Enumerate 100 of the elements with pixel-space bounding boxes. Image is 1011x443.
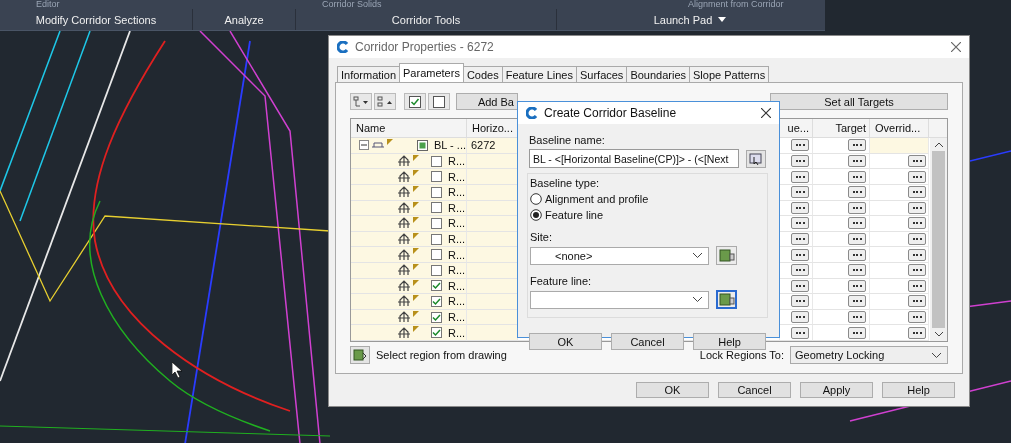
column-header[interactable]: Target bbox=[813, 119, 870, 138]
close-icon[interactable] bbox=[951, 42, 961, 52]
ellipsis-button[interactable] bbox=[791, 155, 809, 168]
ellipsis-button[interactable] bbox=[848, 139, 866, 152]
ellipsis-button[interactable] bbox=[908, 279, 926, 292]
ellipsis-button[interactable] bbox=[908, 201, 926, 214]
ellipsis-button[interactable] bbox=[848, 201, 866, 214]
column-header[interactable]: Name bbox=[351, 119, 467, 138]
select-region-button[interactable] bbox=[350, 346, 370, 365]
ellipsis-button[interactable] bbox=[908, 170, 926, 183]
ellipsis-button[interactable] bbox=[791, 217, 809, 230]
ellipsis-button[interactable] bbox=[908, 311, 926, 323]
tab[interactable]: Parameters bbox=[399, 63, 464, 82]
ellipsis-button[interactable] bbox=[848, 186, 866, 199]
set-all-targets-button[interactable]: Set all Targets bbox=[770, 93, 948, 111]
tab[interactable]: Information bbox=[337, 66, 401, 82]
dialog-button[interactable]: OK bbox=[636, 382, 709, 398]
ellipsis-button[interactable] bbox=[791, 279, 809, 292]
pick-feature-line-button[interactable] bbox=[716, 290, 737, 309]
checkbox[interactable] bbox=[431, 217, 442, 229]
ellipsis-button[interactable] bbox=[848, 170, 866, 183]
dialog-button[interactable]: Help bbox=[693, 333, 766, 350]
tab[interactable]: Codes bbox=[462, 66, 503, 82]
flag-icon bbox=[413, 217, 419, 224]
ellipsis-button[interactable] bbox=[908, 233, 926, 246]
column-header[interactable]: Overrid... bbox=[870, 119, 929, 138]
checkbox[interactable] bbox=[431, 155, 442, 167]
ellipsis-button[interactable] bbox=[791, 233, 809, 246]
ellipsis-button[interactable] bbox=[791, 248, 809, 261]
ellipsis-button[interactable] bbox=[908, 248, 926, 261]
checkbox[interactable] bbox=[431, 311, 442, 323]
checkbox[interactable] bbox=[431, 327, 442, 339]
ellipsis-button[interactable] bbox=[908, 264, 926, 277]
tab[interactable]: Surfaces bbox=[575, 66, 628, 82]
ellipsis-button[interactable] bbox=[791, 201, 809, 214]
radio-option[interactable]: Feature line bbox=[530, 209, 763, 221]
uncheck-all-button[interactable] bbox=[428, 93, 450, 111]
checkbox[interactable] bbox=[431, 280, 442, 292]
ellipsis-button[interactable] bbox=[848, 295, 866, 308]
pick-site-button[interactable] bbox=[716, 246, 737, 265]
scroll-up-icon[interactable] bbox=[934, 142, 943, 148]
dialog-button[interactable]: OK bbox=[529, 333, 602, 350]
ellipsis-button[interactable] bbox=[848, 217, 866, 230]
tab[interactable]: Feature Lines bbox=[501, 66, 577, 82]
check-all-button[interactable] bbox=[404, 93, 426, 111]
ribbon-panel-tab[interactable]: Corridor Tools bbox=[296, 9, 557, 30]
ellipsis-button[interactable] bbox=[791, 264, 809, 277]
ellipsis-button[interactable] bbox=[791, 186, 809, 199]
checkbox[interactable] bbox=[431, 264, 442, 276]
ellipsis-button[interactable] bbox=[908, 295, 926, 308]
dialog-button[interactable]: Cancel bbox=[718, 382, 791, 398]
ribbon-panel-tab[interactable]: Launch Pad bbox=[557, 9, 823, 30]
dialog-button[interactable]: Apply bbox=[800, 382, 873, 398]
ellipsis-button[interactable] bbox=[791, 170, 809, 183]
scroll-down-icon[interactable] bbox=[934, 331, 943, 337]
app-logo-icon bbox=[526, 107, 538, 119]
checkbox[interactable] bbox=[431, 171, 442, 183]
lock-regions-dropdown[interactable]: Geometry Locking bbox=[790, 346, 948, 365]
checkbox[interactable] bbox=[417, 140, 428, 151]
ellipsis-button[interactable] bbox=[908, 155, 926, 168]
ribbon-panel-tab[interactable]: Modify Corridor Sections bbox=[0, 9, 193, 30]
ellipsis-button[interactable] bbox=[791, 326, 809, 339]
ellipsis-button[interactable] bbox=[908, 217, 926, 230]
ellipsis-button[interactable] bbox=[791, 295, 809, 308]
dialog-button[interactable]: Cancel bbox=[611, 333, 684, 350]
checkbox[interactable] bbox=[431, 202, 442, 214]
scrollbar[interactable] bbox=[930, 138, 947, 341]
ellipsis-button[interactable] bbox=[908, 326, 926, 339]
dialog-button[interactable]: Help bbox=[882, 382, 955, 398]
site-dropdown[interactable]: <none> bbox=[530, 246, 709, 265]
chevron-down-icon bbox=[693, 297, 702, 302]
scroll-thumb[interactable] bbox=[932, 151, 945, 328]
collapse-toggle-icon[interactable] bbox=[359, 140, 369, 151]
ellipsis-button[interactable] bbox=[848, 248, 866, 261]
ellipsis-button[interactable] bbox=[908, 186, 926, 199]
checkbox[interactable] bbox=[431, 295, 442, 307]
checkbox[interactable] bbox=[431, 186, 442, 198]
add-baseline-button[interactable]: Add Ba bbox=[456, 93, 518, 111]
flag-icon bbox=[413, 170, 419, 177]
ellipsis-button[interactable] bbox=[848, 264, 866, 277]
flag-icon bbox=[413, 326, 419, 333]
name-template-button[interactable] bbox=[746, 149, 766, 168]
checkbox[interactable] bbox=[431, 233, 442, 245]
ellipsis-button[interactable] bbox=[848, 279, 866, 292]
checkbox[interactable] bbox=[431, 249, 442, 261]
ellipsis-button[interactable] bbox=[791, 311, 809, 323]
ellipsis-button[interactable] bbox=[848, 233, 866, 246]
radio-option[interactable]: Alignment and profile bbox=[530, 193, 763, 205]
ellipsis-button[interactable] bbox=[791, 139, 809, 152]
tab[interactable]: Boundaries bbox=[626, 66, 691, 82]
ellipsis-button[interactable] bbox=[848, 155, 866, 168]
ellipsis-button[interactable] bbox=[848, 311, 866, 323]
ellipsis-button[interactable] bbox=[848, 326, 866, 339]
tree-expand-button[interactable] bbox=[350, 93, 372, 111]
baseline-name-field[interactable]: BL - <[Horizontal Baseline(CP)]> - (<[Next bbox=[529, 149, 739, 168]
tree-collapse-button[interactable] bbox=[374, 93, 396, 111]
cursor-icon bbox=[172, 362, 184, 378]
ribbon-panel-tab[interactable]: Analyze bbox=[193, 9, 296, 30]
tab[interactable]: Slope Patterns bbox=[689, 66, 770, 82]
close-icon[interactable] bbox=[761, 108, 771, 118]
